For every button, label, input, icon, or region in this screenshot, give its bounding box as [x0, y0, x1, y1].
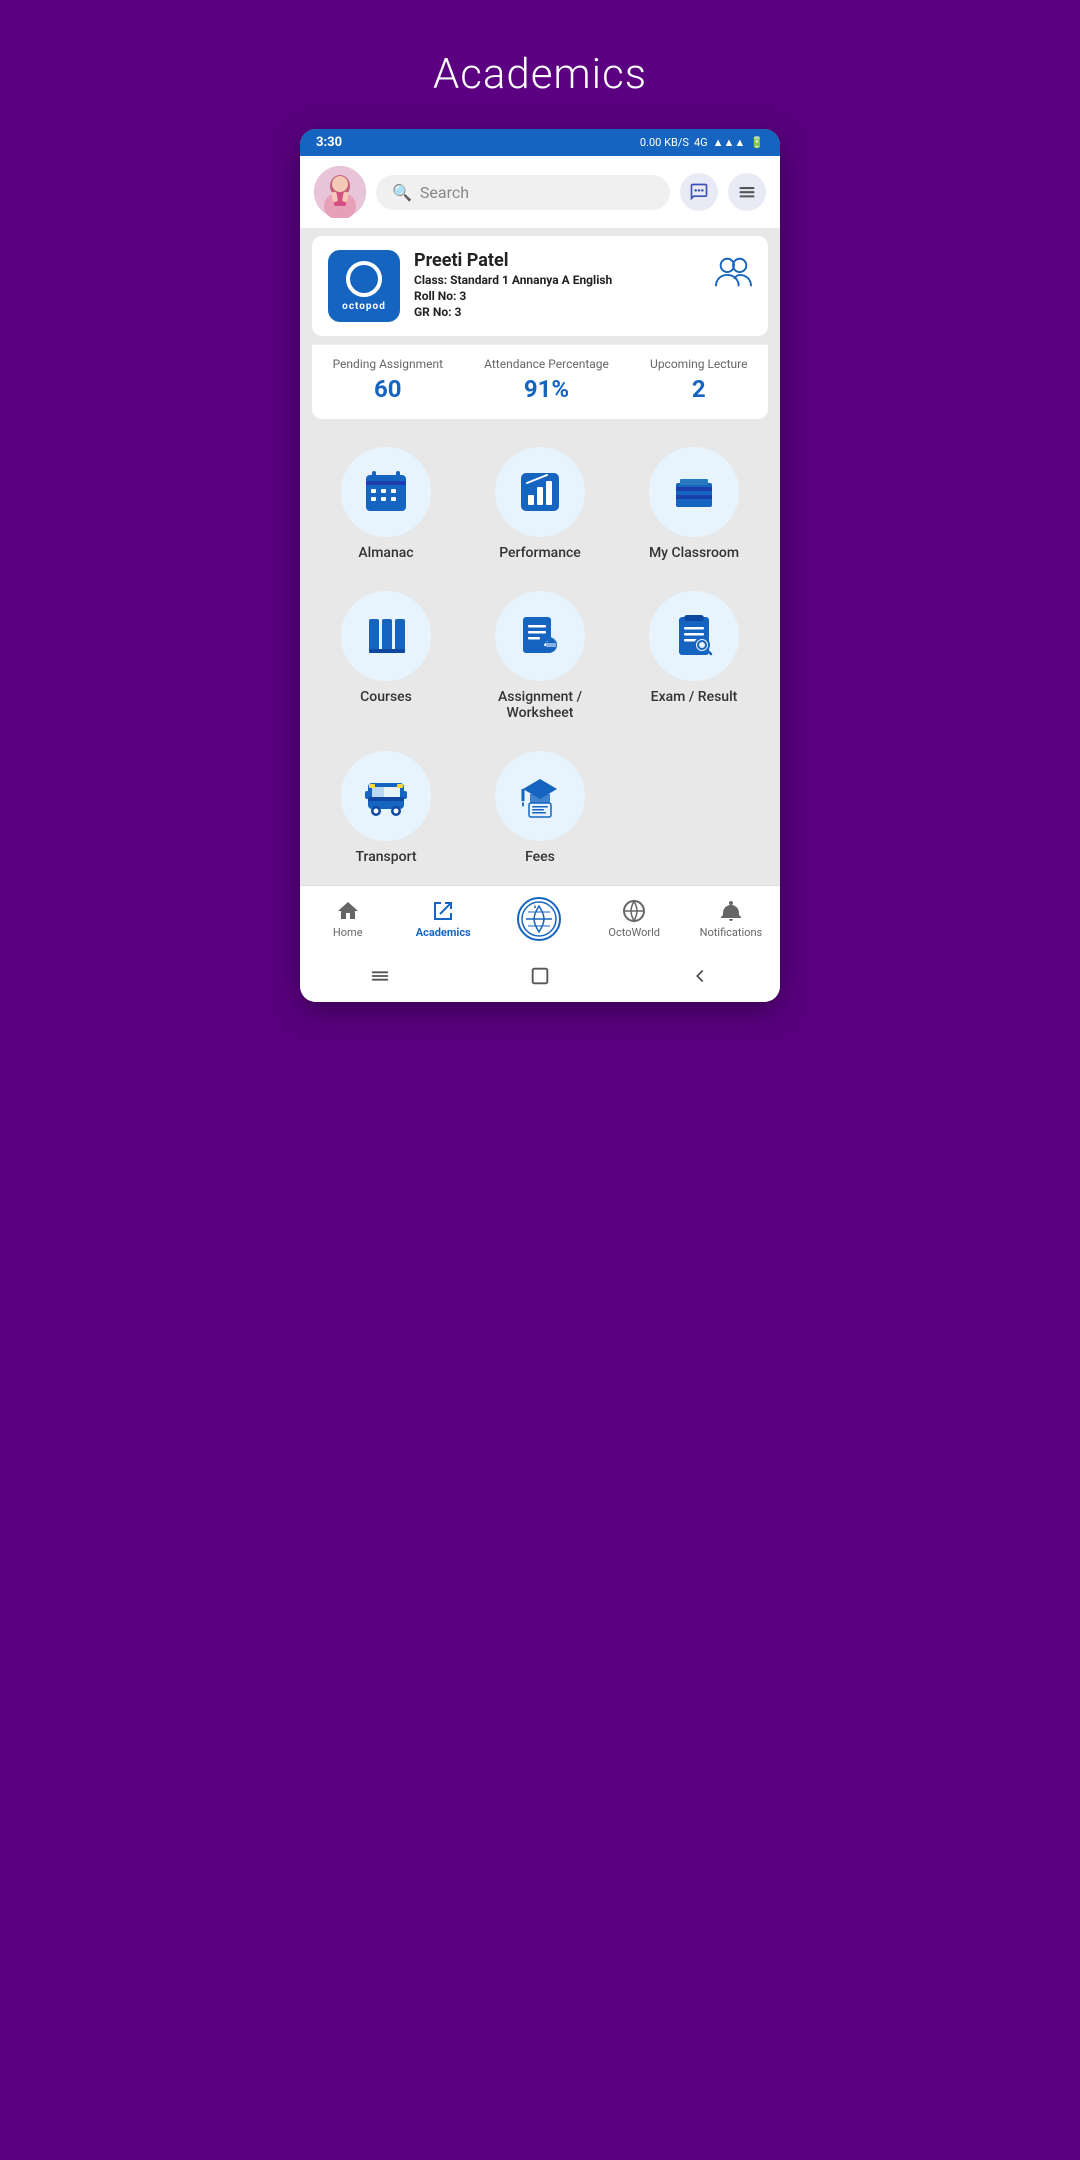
- home-icon: [336, 899, 360, 923]
- fees-label: Fees: [525, 849, 555, 865]
- menu-item-courses[interactable]: Courses: [312, 579, 460, 733]
- nav-octoworld-label: OctoWorld: [608, 926, 660, 939]
- my-classroom-label: My Classroom: [649, 545, 739, 561]
- avatar[interactable]: [314, 166, 366, 218]
- assignment-icon-circle: [495, 591, 585, 681]
- android-back-btn[interactable]: [686, 962, 714, 990]
- assignment-label: Assignment / Worksheet: [474, 689, 606, 721]
- search-placeholder: Search: [420, 183, 469, 202]
- octoworld-icon: [622, 899, 646, 923]
- profile-info: Preeti Patel Class: Standard 1 Annanya A…: [414, 250, 612, 319]
- octopod-logo: octopod: [328, 250, 400, 322]
- status-time: 3:30: [316, 135, 342, 150]
- status-right: 0.00 KB/S 4G ▲▲▲ 🔋: [640, 136, 764, 149]
- stat-pending-value: 60: [374, 375, 402, 403]
- signal-icon: ▲▲▲: [713, 136, 746, 149]
- stat-attendance-value: 91%: [524, 375, 569, 403]
- student-roll: Roll No: 3: [414, 289, 612, 303]
- menu-item-fees[interactable]: Fees: [466, 739, 614, 877]
- nav-octoworld[interactable]: OctoWorld: [604, 899, 664, 939]
- stat-pending-label: Pending Assignment: [333, 357, 443, 371]
- android-menu-btn[interactable]: [366, 962, 394, 990]
- performance-icon-circle: [495, 447, 585, 537]
- performance-label: Performance: [499, 545, 581, 561]
- search-bar[interactable]: 🔍 Search: [376, 175, 670, 210]
- student-name: Preeti Patel: [414, 250, 612, 271]
- notifications-icon: [719, 899, 743, 923]
- nav-notifications-label: Notifications: [700, 926, 763, 939]
- nav-home[interactable]: Home: [318, 899, 378, 939]
- nav-academics-label: Academics: [416, 926, 471, 939]
- battery-icon: 🔋: [750, 136, 764, 149]
- top-bar-icons: [680, 173, 766, 211]
- stat-attendance: Attendance Percentage 91%: [484, 357, 609, 403]
- exam-result-icon-circle: [649, 591, 739, 681]
- chat-icon-button[interactable]: [680, 173, 718, 211]
- nav-octoworld-center[interactable]: [509, 896, 569, 942]
- menu-item-my-classroom[interactable]: My Classroom: [620, 435, 768, 573]
- transport-label: Transport: [355, 849, 416, 865]
- fees-icon-circle: [495, 751, 585, 841]
- menu-item-transport[interactable]: Transport: [312, 739, 460, 877]
- menu-icon-button[interactable]: [728, 173, 766, 211]
- stat-attendance-label: Attendance Percentage: [484, 357, 609, 371]
- octopod-text: octopod: [342, 301, 386, 312]
- almanac-label: Almanac: [358, 545, 413, 561]
- octopod-ring: [346, 261, 382, 297]
- stat-pending-assignment: Pending Assignment 60: [333, 357, 443, 403]
- stat-lecture-value: 2: [692, 375, 706, 403]
- student-gr: GR No: 3: [414, 305, 612, 319]
- stat-upcoming-lecture: Upcoming Lecture 2: [650, 357, 747, 403]
- family-icon[interactable]: [714, 254, 752, 292]
- courses-icon-circle: [341, 591, 431, 681]
- android-home-btn[interactable]: [526, 962, 554, 990]
- status-bar: 3:30 0.00 KB/S 4G ▲▲▲ 🔋: [300, 129, 780, 156]
- bottom-nav: Home Academics: [300, 885, 780, 950]
- phone-frame: 3:30 0.00 KB/S 4G ▲▲▲ 🔋: [300, 129, 780, 1002]
- nav-home-label: Home: [333, 926, 363, 939]
- menu-item-almanac[interactable]: Almanac: [312, 435, 460, 573]
- search-icon: 🔍: [392, 183, 412, 202]
- outer-container: Academics 3:30 0.00 KB/S 4G ▲▲▲ 🔋: [270, 20, 810, 1002]
- exam-result-label: Exam / Result: [651, 689, 738, 705]
- top-bar: 🔍 Search: [300, 156, 780, 228]
- nav-academics[interactable]: Academics: [413, 899, 473, 939]
- profile-left: octopod Preeti Patel Class: Standard 1 A…: [328, 250, 612, 322]
- menu-item-exam-result[interactable]: Exam / Result: [620, 579, 768, 733]
- menu-item-performance[interactable]: Performance: [466, 435, 614, 573]
- menu-item-assignment-worksheet[interactable]: Assignment / Worksheet: [466, 579, 614, 733]
- profile-card: octopod Preeti Patel Class: Standard 1 A…: [312, 236, 768, 336]
- network-type: 4G: [694, 136, 708, 149]
- android-nav: [300, 950, 780, 1002]
- transport-icon-circle: [341, 751, 431, 841]
- almanac-icon-circle: [341, 447, 431, 537]
- nav-notifications[interactable]: Notifications: [700, 899, 763, 939]
- student-class: Class: Standard 1 Annanya A English: [414, 273, 612, 287]
- stats-row: Pending Assignment 60 Attendance Percent…: [312, 344, 768, 419]
- menu-grid: Almanac Performance: [300, 427, 780, 885]
- academics-icon: [431, 899, 455, 923]
- my-classroom-icon-circle: [649, 447, 739, 537]
- page-title: Academics: [433, 50, 647, 99]
- courses-label: Courses: [360, 689, 412, 705]
- network-speed: 0.00 KB/S: [640, 136, 689, 149]
- stat-lecture-label: Upcoming Lecture: [650, 357, 747, 371]
